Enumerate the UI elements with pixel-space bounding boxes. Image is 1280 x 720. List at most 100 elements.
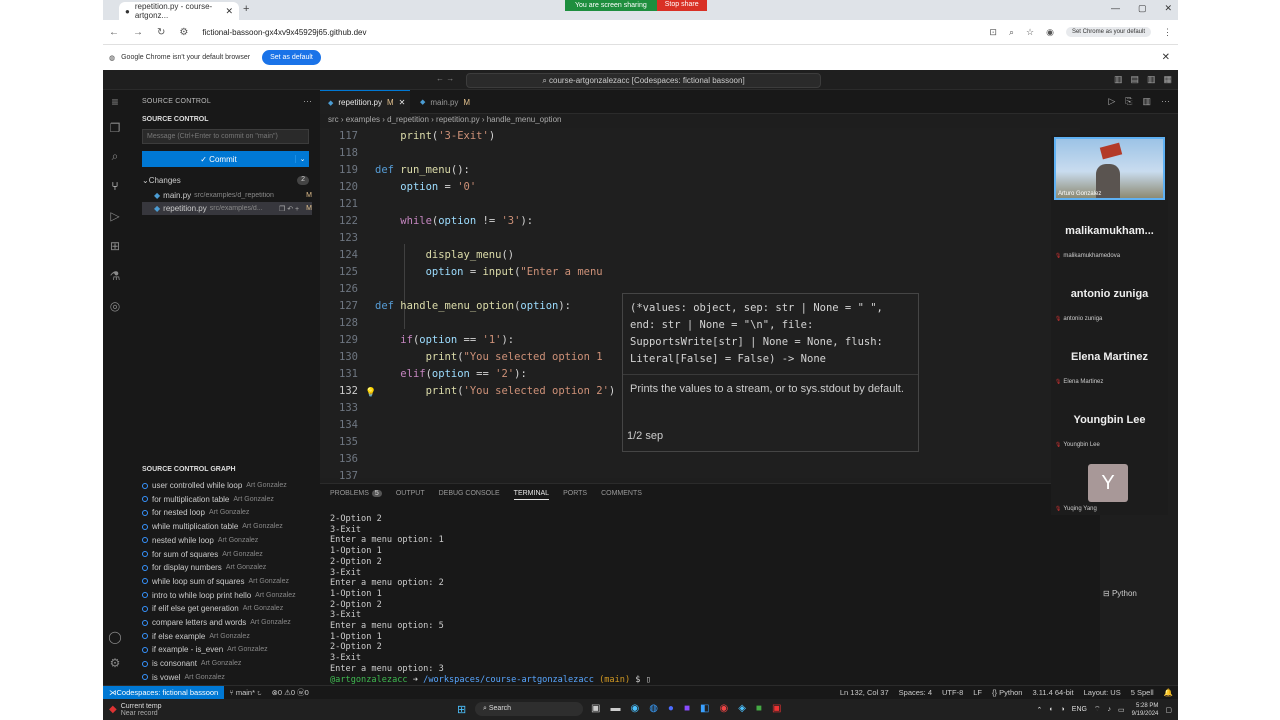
source-control-graph-header[interactable]: SOURCE CONTROL GRAPH [142,466,236,473]
profile-avatar[interactable]: ◉ [1046,27,1054,38]
onenote-icon[interactable]: ■ [684,703,690,714]
nav-forward-icon[interactable]: → [446,74,454,83]
app-icon[interactable]: ■ [756,703,762,714]
tab-output[interactable]: OUTPUT [396,490,425,500]
menu-icon[interactable]: ≡ [108,95,122,109]
line-ending[interactable]: LF [968,688,987,697]
bookmark-star-icon[interactable]: ☆ [1026,27,1034,38]
cursor-position[interactable]: Ln 132, Col 37 [835,688,894,697]
close-tab-icon[interactable]: ✕ [225,6,233,17]
account-icon[interactable]: ◯ [108,630,122,644]
windows-start-icon[interactable]: ⊞ [457,703,466,716]
graph-commit[interactable]: for nested loop Art Gonzalez [142,506,317,519]
open-changes-icon[interactable]: ⎘ [1125,96,1132,107]
changed-file-repetition[interactable]: ◆ repetition.py src/examples/d... ❐ ↶ + … [142,202,312,215]
explorer-icon[interactable]: ❐ [108,121,122,135]
notification-icon[interactable]: ▢ [1165,706,1172,714]
site-info-icon[interactable]: ⚙ [179,27,188,38]
new-tab-icon[interactable]: + [243,3,249,15]
tab-terminal[interactable]: TERMINAL [513,490,550,500]
app-icon[interactable]: ◈ [738,703,746,714]
chrome-taskbar-icon[interactable]: ◉ [630,703,639,714]
source-control-icon[interactable]: ⑂ [108,179,122,193]
keyboard-layout[interactable]: Layout: US [1079,688,1126,697]
volume-icon[interactable]: ♪ [1108,706,1112,713]
command-center[interactable]: ⌕ course-artgonzalezacc [Codespaces: fic… [466,73,821,88]
graph-commit[interactable]: if elif else get generation Art Gonzalez [142,602,317,615]
graph-commit[interactable]: if else example Art Gonzalez [142,630,317,643]
breadcrumb[interactable]: src › examples › d_repetition › repetiti… [328,115,561,124]
toggle-sidebar-icon[interactable]: ▥ [1114,74,1123,85]
app-icon[interactable]: ▣ [772,703,781,714]
active-speaker-video[interactable]: Arturo Gonzalez [1054,137,1165,200]
nav-back-icon[interactable]: ← [436,74,444,83]
indentation[interactable]: Spaces: 4 [894,688,937,697]
terminal[interactable]: 2-Option 2 3-Exit Enter a menu option: 1… [330,514,651,685]
task-view-icon[interactable]: ▣ [591,703,600,714]
graph-commit[interactable]: is vowel Art Gonzalez [142,671,317,684]
graph-commit[interactable]: intro to while loop print hello Art Gonza… [142,589,317,602]
participant-name[interactable]: malikamukham... [1051,225,1168,237]
remote-indicator[interactable]: ⋊ Codespaces: fictional bassoon [103,685,225,700]
spell-check[interactable]: 5 Spell [1126,688,1159,697]
file-actions-icons[interactable]: ❐ ↶ + [279,205,299,213]
commit-dropdown-icon[interactable]: ⌄ [295,155,309,163]
maximize-icon[interactable]: ▢ [1138,3,1147,14]
graph-commit[interactable]: compare letters and words Art Gonzalez [142,616,317,629]
graph-commit[interactable]: while multiplication table Art Gonzalez [142,520,317,533]
app-icon[interactable]: ◉ [719,703,728,714]
minimize-icon[interactable]: — [1111,3,1120,14]
menu-icon[interactable]: ⋮ [1163,27,1172,38]
tab-ports[interactable]: PORTS [563,490,587,500]
browser-tab[interactable]: ● repetition.py - course-artgonz... ✕ [119,2,239,20]
zoom-icon[interactable]: ● [668,703,674,714]
toggle-panel-icon[interactable]: ▤ [1130,74,1139,85]
tab-repetition-py[interactable]: ◆ repetition.py M ✕ [320,90,410,114]
changed-file-main[interactable]: ◆ main.py src/examples/d_repetition M [142,189,312,202]
weather-widget[interactable]: ◆ Current temp Near record [103,703,162,717]
more-actions-icon[interactable]: ··· [303,96,312,106]
forward-icon[interactable]: → [133,27,143,38]
zoom-icon[interactable]: ⌕ [1009,27,1014,38]
run-debug-icon[interactable]: ▷ [108,209,122,223]
battery-icon[interactable]: ▭ [1118,706,1125,714]
tray-app-icon[interactable]: ◑ [1061,706,1065,713]
set-as-default-button[interactable]: Set as default [262,50,321,65]
tab-debug-console[interactable]: DEBUG CONSOLE [439,490,500,500]
taskbar-search[interactable]: ⌕ Search [475,702,583,716]
extensions-icon[interactable]: ⊞ [108,239,122,253]
clock[interactable]: 5:28 PM 9/19/2024 [1132,702,1159,718]
graph-commit[interactable]: is consonant Art Gonzalez [142,657,317,670]
install-icon[interactable]: ⊡ [989,27,997,38]
terminal-python-entry[interactable]: ⊟ Python [1103,589,1137,598]
participant-avatar[interactable]: Y [1088,464,1128,502]
reload-icon[interactable]: ↻ [157,27,165,38]
participant-name[interactable]: antonio zuniga [1051,288,1168,300]
graph-commit[interactable]: for sum of squares Art Gonzalez [142,548,317,561]
tab-problems[interactable]: PROBLEMS 5 [330,490,382,500]
encoding[interactable]: UTF-8 [937,688,968,697]
testing-icon[interactable]: ⚗ [108,269,122,283]
tray-chevron-icon[interactable]: ⌃ [1036,706,1042,714]
graph-commit[interactable]: nested while loop Art Gonzalez [142,534,317,547]
graph-commit[interactable]: user controlled while loop Art Gonzalez [142,479,317,492]
changes-group[interactable]: ⌄ Changes 2 [142,176,309,185]
graph-commit[interactable]: for display numbers Art Gonzalez [142,561,317,574]
edge-icon[interactable]: ◍ [649,703,658,714]
problems-indicator[interactable]: ⊗0 ⚠0 ⓦ0 [267,687,314,698]
settings-gear-icon[interactable]: ⚙ [108,656,122,670]
back-icon[interactable]: ← [109,27,119,38]
file-explorer-icon[interactable]: ▬ [610,703,620,714]
url-field[interactable]: fictional-bassoon-gx4xv9x45929j65.github… [202,28,366,37]
source-control-section-header[interactable]: SOURCE CONTROL [142,116,209,123]
close-infobar-icon[interactable]: ✕ [1162,52,1170,63]
notifications-bell-icon[interactable]: 🔔 [1159,688,1178,697]
language-indicator[interactable]: ENG [1072,706,1087,713]
close-tab-icon[interactable]: ✕ [399,98,406,107]
tab-main-py[interactable]: ◆ main.py M [412,90,476,114]
graph-commit[interactable]: for multiplication table Art Gonzalez [142,493,317,506]
more-actions-icon[interactable]: ··· [1161,96,1170,107]
toggle-secondary-sidebar-icon[interactable]: ▥ [1147,74,1156,85]
commit-message-input[interactable]: Message (Ctrl+Enter to commit on "main") [142,129,309,144]
participant-name[interactable]: Youngbin Lee [1051,414,1168,426]
